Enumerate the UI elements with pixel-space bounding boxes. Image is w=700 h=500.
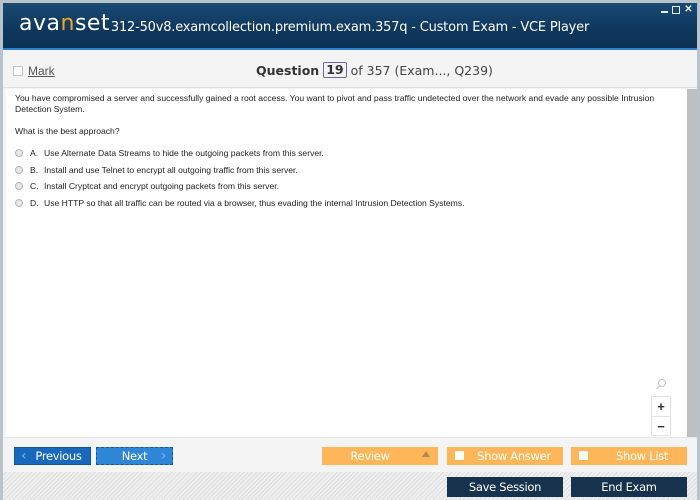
option-letter: A. [30, 148, 39, 159]
mark-checkbox[interactable]: Mark [13, 64, 55, 78]
zoom-out-button[interactable]: − [652, 416, 670, 435]
vce-player-window: avanset 312-50v8.examcollection.premium.… [3, 3, 697, 500]
zoom-controls: + − [651, 377, 673, 436]
minimize-icon[interactable] [661, 6, 668, 13]
question-prompt: What is the best approach? [15, 126, 120, 136]
radio-button[interactable] [15, 198, 23, 207]
window-controls: ✕ [661, 5, 693, 15]
review-label: Review [350, 449, 390, 463]
save-session-button[interactable]: Save Session [447, 477, 563, 497]
option-letter: B. [30, 164, 39, 175]
option-d[interactable]: D. Use HTTP so that all traffic can be r… [15, 195, 465, 212]
option-a[interactable]: A. Use Alternate Data Streams to hide th… [15, 145, 465, 162]
option-letter: D. [30, 197, 39, 208]
option-text: Install and use Telnet to encrypt all ou… [44, 164, 298, 175]
review-button[interactable]: Review [322, 447, 438, 465]
next-label: Next [121, 449, 148, 463]
question-label: Question [256, 62, 320, 78]
option-text: Use Alternate Data Streams to hide the o… [44, 148, 324, 159]
zoom-buttons: + − [651, 396, 671, 436]
option-text: Install Cryptcat and encrypt outgoing pa… [44, 181, 280, 192]
option-b[interactable]: B. Install and use Telnet to encrypt all… [15, 162, 465, 179]
question-indicator: Question 19 of 357 (Exam..., Q239) [256, 62, 493, 78]
checkbox-icon[interactable] [13, 66, 23, 76]
navigation-bar: ‹ Previous Next › Review Show Answer Sho… [3, 437, 697, 472]
question-total: of 357 (Exam..., Q239) [350, 62, 493, 78]
question-number-input[interactable]: 19 [323, 62, 347, 78]
next-button[interactable]: Next › [96, 447, 173, 465]
triangle-up-icon [422, 451, 430, 457]
checkbox-icon [579, 451, 588, 460]
show-list-label: Show List [615, 449, 669, 463]
chevron-right-icon: › [160, 448, 167, 464]
option-c[interactable]: C. Install Cryptcat and encrypt outgoing… [15, 178, 465, 195]
maximize-icon[interactable] [672, 6, 680, 14]
option-letter: C. [30, 181, 39, 192]
show-answer-label: Show Answer [477, 449, 551, 463]
window-title: 312-50v8.examcollection.premium.exam.357… [110, 20, 590, 35]
end-exam-button[interactable]: End Exam [571, 477, 687, 497]
question-text-block: You have compromised a server and succes… [15, 93, 675, 148]
close-icon[interactable]: ✕ [684, 5, 693, 15]
content-scrollbar[interactable] [687, 89, 697, 437]
previous-button[interactable]: ‹ Previous [14, 447, 91, 465]
option-text: Use HTTP so that all traffic can be rout… [44, 197, 465, 208]
radio-button[interactable] [15, 165, 23, 174]
footer-bar: Save Session End Exam [3, 472, 697, 500]
checkbox-icon [455, 451, 464, 460]
question-text: You have compromised a server and succes… [15, 93, 655, 114]
show-list-button[interactable]: Show List [571, 447, 687, 465]
question-header: Mark Question 19 of 357 (Exam..., Q239) [3, 52, 697, 88]
radio-button[interactable] [15, 149, 23, 158]
magnifier-icon[interactable] [651, 377, 673, 393]
show-answer-button[interactable]: Show Answer [447, 447, 563, 465]
answer-options: A. Use Alternate Data Streams to hide th… [15, 145, 465, 211]
chevron-left-icon: ‹ [21, 448, 27, 464]
question-content: You have compromised a server and succes… [6, 89, 687, 437]
mark-label: Mark [28, 64, 55, 78]
radio-button[interactable] [15, 182, 23, 191]
previous-label: Previous [35, 449, 82, 463]
title-bar: avanset 312-50v8.examcollection.premium.… [3, 3, 697, 50]
zoom-in-button[interactable]: + [652, 397, 670, 416]
